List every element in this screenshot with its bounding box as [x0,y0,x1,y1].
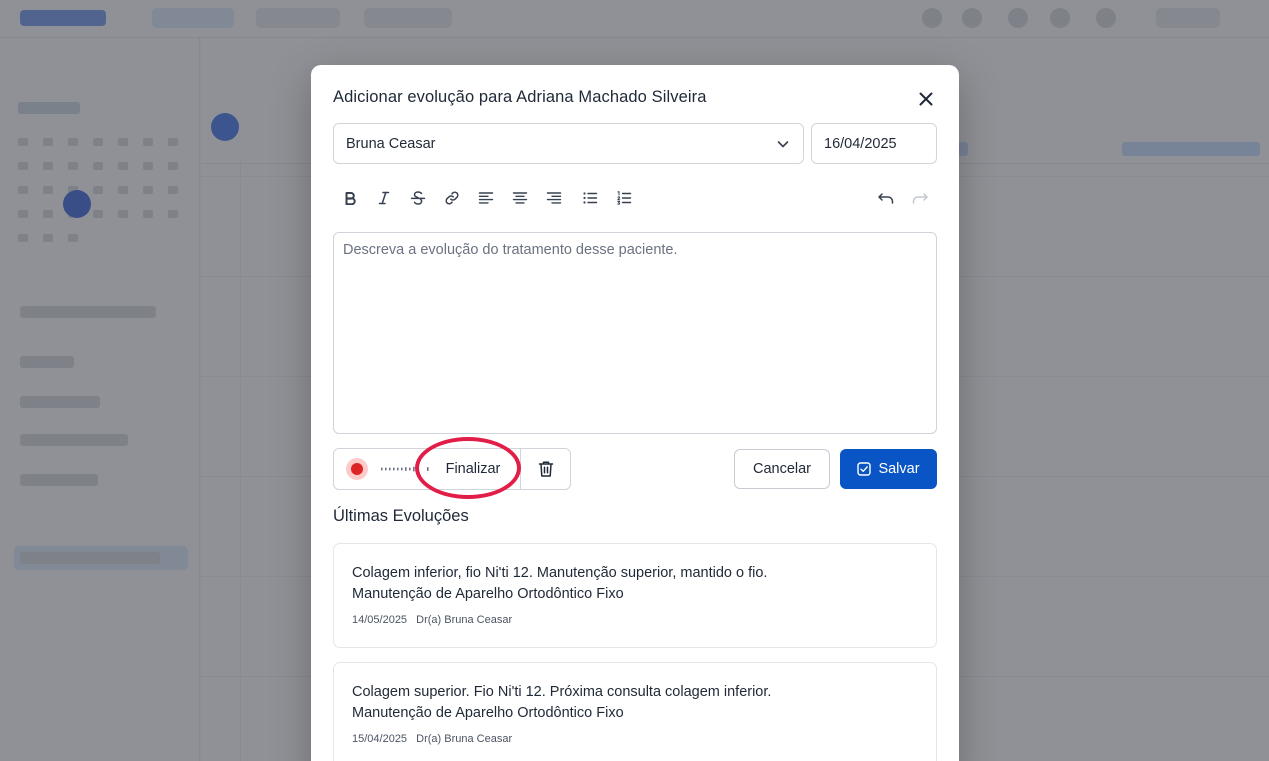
close-button[interactable] [914,87,938,111]
align-right-button[interactable] [541,185,567,211]
bold-button[interactable] [337,185,363,211]
numbered-list-icon [617,191,632,205]
undo-icon [878,193,894,204]
italic-button[interactable] [371,185,397,211]
record-dot-icon [351,463,363,475]
redo-icon [912,193,928,204]
audio-waveform-icon [381,466,429,472]
cancel-button[interactable]: Cancelar [734,449,830,489]
italic-icon [378,191,390,205]
redo-button[interactable] [907,185,933,211]
evolution-author: Dr(a) Bruna Ceasar [416,614,513,626]
evolution-author: Dr(a) Bruna Ceasar [416,733,513,745]
evolution-procedure: Manutenção de Aparelho Ortodôntico Fixo [352,586,624,602]
date-field[interactable] [811,123,937,164]
editor-toolbar [333,185,937,211]
professional-select-value: Bruna Ceasar [346,135,436,152]
close-icon [919,92,933,106]
evolution-card: Colagem superior. Fio Ni'ti 12. Próxima … [333,662,937,761]
save-button[interactable]: Salvar [840,449,937,489]
evolution-text: Colagem superior. Fio Ni'ti 12. Próxima … [352,684,772,700]
add-evolution-modal: Adicionar evolução para Adriana Machado … [311,65,959,761]
audio-recorder: Finalizar [333,448,571,490]
align-left-icon [478,192,494,204]
bullet-list-button[interactable] [577,185,603,211]
align-right-icon [546,192,562,204]
trash-icon [538,461,554,477]
link-icon [445,191,459,205]
evolution-meta: 15/04/2025 Dr(a) Bruna Ceasar [352,733,512,745]
align-center-button[interactable] [507,185,533,211]
discard-recording-button[interactable] [521,449,571,489]
finalize-recording-button[interactable]: Finalizar [432,452,514,486]
align-left-button[interactable] [473,185,499,211]
chevron-down-icon [777,141,789,148]
professional-select[interactable]: Bruna Ceasar [333,123,804,164]
bold-icon [345,192,356,205]
bullet-list-icon [583,192,598,204]
numbered-list-button[interactable] [611,185,637,211]
align-center-icon [512,192,528,204]
save-button-label: Salvar [878,461,920,477]
evolution-card: Colagem inferior, fio Ni'ti 12. Manutenç… [333,543,937,648]
evolution-date: 14/05/2025 [352,614,408,626]
recording-indicator [346,458,368,480]
strikethrough-button[interactable] [405,185,431,211]
evolution-editor[interactable] [333,232,937,434]
check-square-icon [857,462,872,476]
link-button[interactable] [439,185,465,211]
history-title: Últimas Evoluções [333,507,469,525]
evolution-meta: 14/05/2025 Dr(a) Bruna Ceasar [352,614,512,626]
evolution-date: 15/04/2025 [352,733,408,745]
evolution-procedure: Manutenção de Aparelho Ortodôntico Fixo [352,705,624,721]
strikethrough-icon [410,191,426,205]
evolution-text: Colagem inferior, fio Ni'ti 12. Manutenç… [352,565,768,581]
modal-title: Adicionar evolução para Adriana Machado … [333,88,707,106]
undo-button[interactable] [873,185,899,211]
